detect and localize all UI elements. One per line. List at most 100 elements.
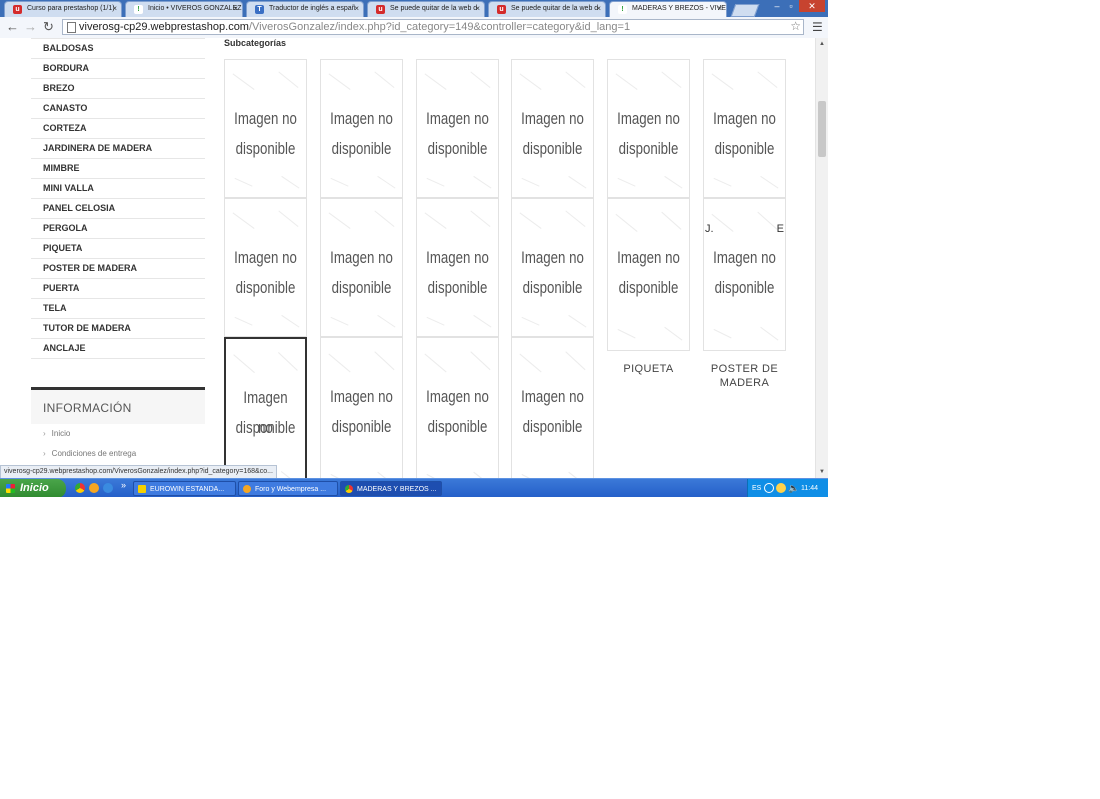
sidebar-item-bordura[interactable]: BORDURA bbox=[31, 59, 205, 79]
subcategory-label[interactable]: PIQUETA bbox=[607, 362, 690, 376]
placeholder-text-line1: Imagen no bbox=[713, 109, 776, 128]
tab-curso-prestashop[interactable]: u Curso para prestashop (1/1) × bbox=[4, 1, 122, 17]
placeholder-text-line1: Imagen no bbox=[617, 109, 680, 128]
subcategory-tile[interactable]: Imagen no disponible bbox=[607, 59, 690, 198]
info-link-inicio[interactable]: › Inicio bbox=[31, 424, 205, 444]
task-foro-webempresa[interactable]: Foro y Webempresa ... bbox=[238, 481, 338, 496]
bookmark-star-icon[interactable]: ☆ bbox=[790, 20, 801, 33]
scroll-thumb[interactable] bbox=[818, 101, 826, 157]
tab-maderas-brezos[interactable]: ! MADERAS Y BREZOS - VIVE × bbox=[609, 1, 727, 17]
tab-close-icon[interactable]: × bbox=[112, 4, 117, 13]
subcategory-tile[interactable]: Imagen no disponible J. E bbox=[703, 198, 786, 351]
subcategory-tile[interactable]: Imagen no disponible bbox=[703, 59, 786, 198]
category-sidebar: BALDOSAS BORDURA BREZO CANASTO CORTEZA JARDIN… bbox=[31, 38, 205, 359]
tab-close-icon[interactable]: × bbox=[717, 4, 722, 13]
tab-se-puede-quitar-2[interactable]: u Se puede quitar de la web d × bbox=[488, 1, 606, 17]
subcategory-tile[interactable]: Imagen no disponible bbox=[224, 198, 307, 337]
tab-label: MADERAS Y BREZOS - VIVE bbox=[632, 5, 726, 12]
scroll-down-icon[interactable]: ▼ bbox=[819, 469, 825, 475]
tab-close-icon[interactable]: × bbox=[354, 4, 359, 13]
tab-close-icon[interactable]: × bbox=[233, 4, 238, 13]
sidebar-item-mimbre[interactable]: MIMBRE bbox=[31, 159, 205, 179]
quick-launch-more-icon[interactable]: » bbox=[121, 480, 126, 490]
placeholder-text-line2: disponible bbox=[427, 139, 488, 158]
placeholder-text-line2: disponible bbox=[235, 418, 296, 437]
chrome-icon[interactable] bbox=[75, 483, 85, 493]
address-bar[interactable]: viverosg-cp29.webprestashop.com/ViverosG… bbox=[62, 19, 804, 35]
firefox-icon bbox=[243, 485, 251, 493]
info-title: INFORMACIÓN bbox=[31, 387, 205, 424]
sidebar-item-poster-de-madera[interactable]: POSTER DE MADERA bbox=[31, 259, 205, 279]
sidebar-item-anclaje[interactable]: ANCLAJE bbox=[31, 339, 205, 359]
placeholder-text-line2: disponible bbox=[235, 139, 296, 158]
sidebar-item-pergola[interactable]: PERGOLA bbox=[31, 219, 205, 239]
sidebar-item-mini-valla[interactable]: MINI VALLA bbox=[31, 179, 205, 199]
scroll-up-icon[interactable]: ▲ bbox=[819, 41, 825, 47]
volume-icon[interactable]: 🔈 bbox=[788, 479, 799, 497]
tab-se-puede-quitar-1[interactable]: u Se puede quitar de la web d × bbox=[367, 1, 485, 17]
subcategory-tile[interactable]: Imagen no disponible bbox=[511, 198, 594, 337]
sidebar-item-corteza[interactable]: CORTEZA bbox=[31, 119, 205, 139]
subcategory-label[interactable]: POSTER DE MADERA bbox=[703, 362, 786, 390]
subcategory-tile[interactable]: Imagen no disponible bbox=[224, 337, 307, 478]
subcategory-tile[interactable]: Imagen no disponible bbox=[320, 198, 403, 337]
tab-close-icon[interactable]: × bbox=[596, 4, 601, 13]
task-label: EUROWIN ESTANDA... bbox=[150, 486, 225, 493]
subcategory-tile[interactable]: Imagen no disponible bbox=[320, 337, 403, 478]
tab-strip: u Curso para prestashop (1/1) × ! Inicio… bbox=[0, 0, 828, 17]
sidebar-item-puerta[interactable]: PUERTA bbox=[31, 279, 205, 299]
placeholder-text-line2: disponible bbox=[427, 278, 488, 297]
subcategory-tile[interactable]: Imagen no disponible bbox=[607, 198, 690, 351]
sidebar-item-brezo[interactable]: BREZO bbox=[31, 79, 205, 99]
tab-traductor[interactable]: T Traductor de inglés a españ × bbox=[246, 1, 364, 17]
help-icon[interactable] bbox=[764, 483, 774, 493]
placeholder-text-line2: disponible bbox=[427, 417, 488, 436]
language-indicator[interactable]: ES bbox=[752, 479, 761, 497]
minimize-button[interactable]: – bbox=[770, 0, 784, 12]
sidebar-item-tela[interactable]: TELA bbox=[31, 299, 205, 319]
menu-icon[interactable]: ☰ bbox=[812, 20, 823, 34]
clock: 11:44 bbox=[801, 485, 818, 492]
task-maderas-brezos[interactable]: MADERAS Y BREZOS ... bbox=[340, 481, 442, 496]
sidebar-item-piqueta[interactable]: PIQUETA bbox=[31, 239, 205, 259]
placeholder-text-line2: disponible bbox=[331, 278, 392, 297]
url-path: /ViverosGonzalez/index.php?id_category=1… bbox=[248, 21, 631, 33]
subcategory-tile[interactable]: Imagen no disponible bbox=[320, 59, 403, 198]
task-eurowin[interactable]: EUROWIN ESTANDA... bbox=[133, 481, 236, 496]
sidebar-item-jardinera-de-madera[interactable]: JARDINERA DE MADERA bbox=[31, 139, 205, 159]
subcategory-tile[interactable]: Imagen no disponible bbox=[224, 59, 307, 198]
tab-label: Inicio • VIVEROS GONZALEZ bbox=[148, 5, 242, 12]
u-logo-icon: u bbox=[13, 5, 22, 14]
sidebar-item-canasto[interactable]: CANASTO bbox=[31, 99, 205, 119]
notification-icon[interactable] bbox=[776, 483, 786, 493]
exclamation-icon: ! bbox=[618, 5, 627, 14]
start-button[interactable]: Inicio bbox=[0, 479, 66, 497]
back-arrow-icon[interactable]: ← bbox=[6, 20, 19, 34]
close-window-button[interactable]: ✕ bbox=[799, 0, 825, 12]
sidebar-item-baldosas[interactable]: BALDOSAS bbox=[31, 38, 205, 59]
firefox-icon[interactable] bbox=[89, 483, 99, 493]
subcategory-tile[interactable]: Imagen no disponible bbox=[416, 59, 499, 198]
subcategory-tile[interactable]: Imagen no disponible bbox=[416, 198, 499, 337]
u-logo-icon: u bbox=[376, 5, 385, 14]
maximize-button[interactable]: ▫ bbox=[784, 0, 798, 12]
tab-close-icon[interactable]: × bbox=[475, 4, 480, 13]
subcategory-tile[interactable]: Imagen no disponible bbox=[416, 337, 499, 478]
sidebar-item-tutor-de-madera[interactable]: TUTOR DE MADERA bbox=[31, 319, 205, 339]
chevron-right-icon: › bbox=[43, 449, 46, 458]
placeholder-text-line1: Imagen no bbox=[330, 248, 393, 267]
vertical-scrollbar[interactable]: ▲ ▼ bbox=[815, 38, 828, 478]
forward-arrow-icon[interactable]: → bbox=[24, 20, 37, 34]
ie-icon[interactable] bbox=[103, 483, 113, 493]
sidebar-item-panel-celosia[interactable]: PANEL CELOSIA bbox=[31, 199, 205, 219]
new-tab-button[interactable] bbox=[730, 4, 760, 17]
subcategory-tile[interactable]: Imagen no disponible bbox=[511, 59, 594, 198]
info-link-label: Inicio bbox=[51, 429, 71, 438]
exclamation-icon: ! bbox=[134, 5, 143, 14]
chevron-right-icon: › bbox=[43, 429, 46, 438]
chrome-icon bbox=[345, 485, 353, 493]
info-link-condiciones[interactable]: › Condiciones de entrega bbox=[31, 444, 205, 464]
subcategory-tile[interactable]: Imagen no disponible bbox=[511, 337, 594, 478]
tab-inicio-viveros[interactable]: ! Inicio • VIVEROS GONZALEZ × bbox=[125, 1, 243, 17]
reload-icon[interactable]: ↻ bbox=[43, 20, 54, 34]
